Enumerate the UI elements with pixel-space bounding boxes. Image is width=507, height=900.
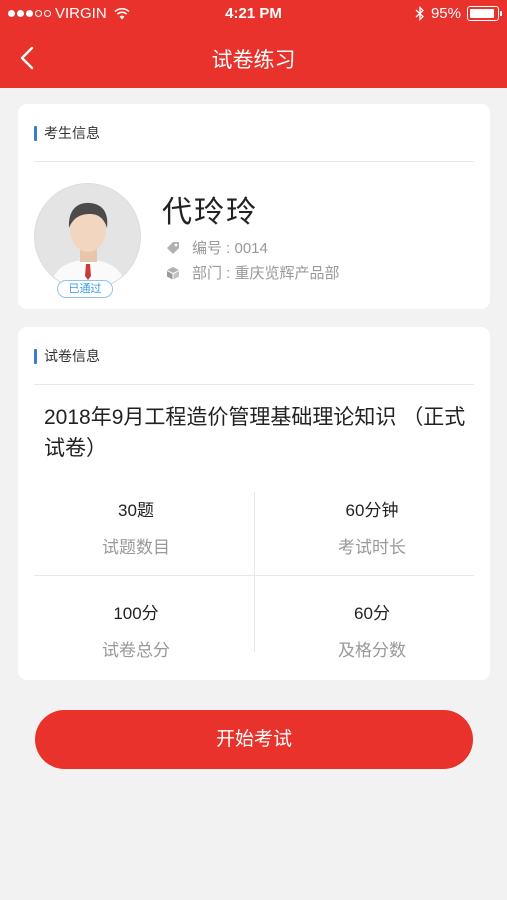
candidate-dept-row: 部门 : 重庆览辉产品部 [166, 262, 340, 283]
candidate-id: 编号 : 0014 [192, 240, 268, 257]
status-right: 95% [415, 5, 502, 22]
stat-label: 及格分数 [338, 641, 406, 660]
page-title: 试卷练习 [211, 49, 296, 72]
tag-icon [167, 241, 179, 254]
stat-pass-score: 60分 及格分数 [254, 599, 490, 661]
stat-duration: 60分钟 考试时长 [254, 496, 490, 558]
stat-value: 30题 [118, 501, 154, 520]
exam-card: 试卷信息 2018年9月工程造价管理基础理论知识 （正式试卷） 30题 试题数目… [18, 327, 490, 680]
stat-total-score: 100分 试卷总分 [18, 599, 254, 661]
nav-bar: 试卷练习 [0, 28, 507, 88]
exam-section-header: 试卷信息 [34, 346, 100, 366]
section-accent [34, 348, 37, 364]
stat-value: 60分钟 [345, 501, 399, 520]
exam-section-title: 试卷信息 [44, 348, 100, 364]
stat-value: 100分 [113, 604, 159, 623]
battery-icon [467, 6, 502, 21]
stat-value: 60分 [354, 604, 390, 623]
battery-percent: 95% [430, 5, 461, 22]
candidate-section-title: 考生信息 [44, 125, 100, 141]
status-badge: 已通过 [57, 280, 113, 298]
candidate-name: 代玲玲 [162, 196, 258, 229]
candidate-card: 考生信息 已通过 代玲玲 编号 : 0014 部门 : 重庆览辉产品部 [18, 104, 490, 309]
candidate-section-header: 考生信息 [34, 123, 100, 143]
candidate-dept: 部门 : 重庆览辉产品部 [192, 265, 340, 282]
avatar [34, 183, 141, 290]
stat-label: 试卷总分 [102, 641, 170, 660]
divider [34, 384, 474, 385]
bluetooth-icon [415, 6, 424, 21]
start-exam-button[interactable]: 开始考试 [35, 710, 473, 769]
section-accent [34, 125, 37, 141]
candidate-id-row: 编号 : 0014 [166, 237, 268, 258]
exam-title: 2018年9月工程造价管理基础理论知识 （正式试卷） [44, 406, 466, 460]
status-bar: VIRGIN 4:21 PM 95% [0, 0, 507, 28]
divider [34, 161, 474, 162]
stat-label: 试题数目 [102, 538, 170, 557]
stat-label: 考试时长 [338, 538, 406, 557]
cube-icon [167, 266, 179, 279]
stat-question-count: 30题 试题数目 [18, 496, 254, 558]
header: VIRGIN 4:21 PM 95% 试卷练习 [0, 0, 507, 88]
